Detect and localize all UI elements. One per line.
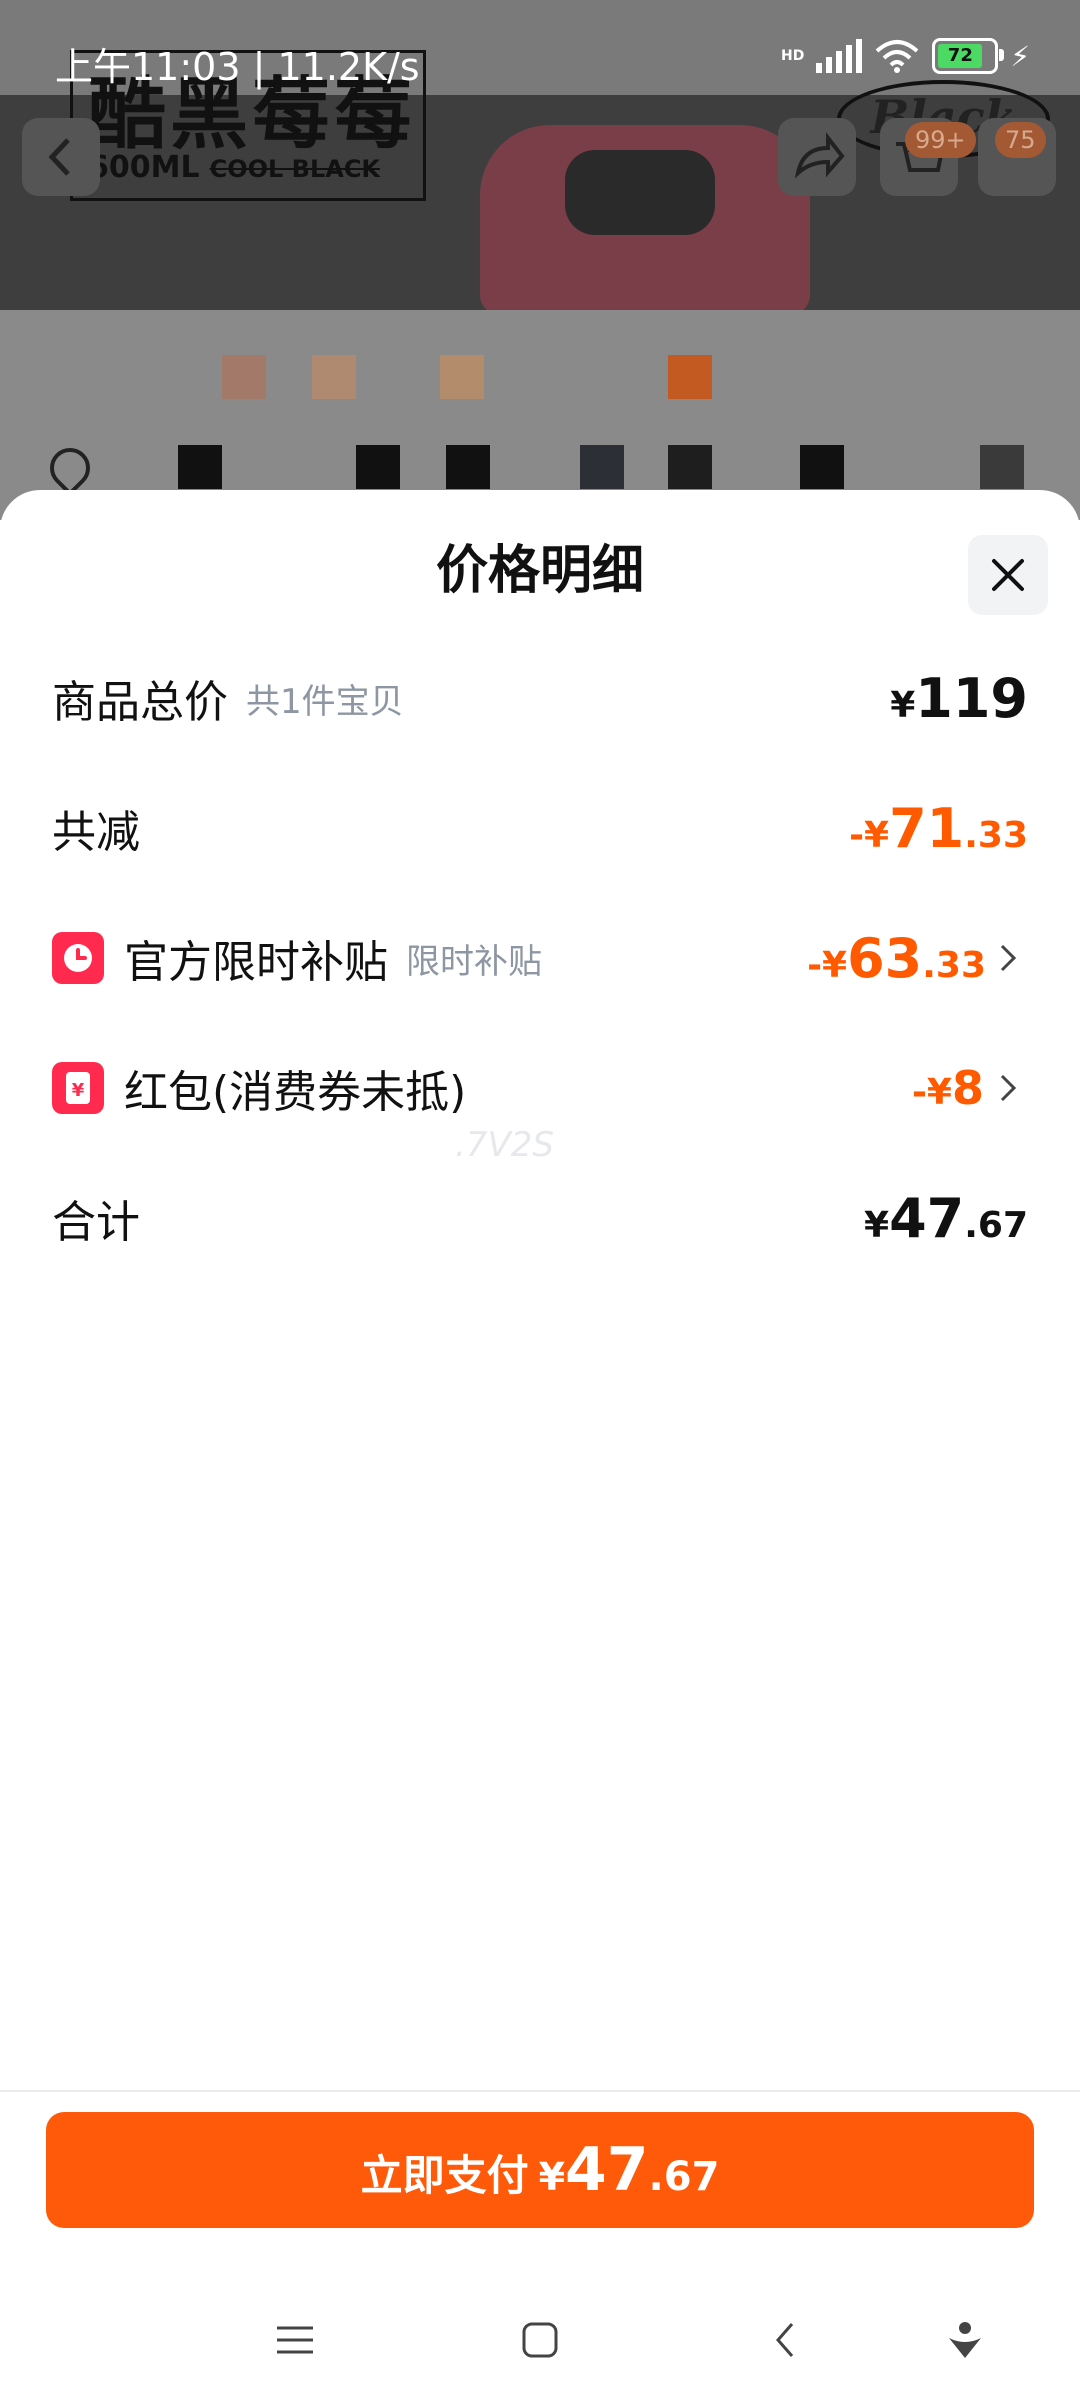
pay-amount-dec: .67 bbox=[648, 2154, 720, 2200]
amount-int: 63 bbox=[847, 926, 923, 990]
home-button[interactable] bbox=[510, 2315, 570, 2365]
row-label: 商品总价 bbox=[52, 677, 228, 728]
brand-subtitle: 600ML COOL BLACK bbox=[88, 150, 380, 185]
pay-currency: ¥ bbox=[538, 2155, 566, 2199]
sku-swatch bbox=[580, 445, 624, 489]
row-goods-total: 商品总价 共1件宝贝 ¥ 119 bbox=[52, 658, 1028, 738]
sku-swatch bbox=[446, 445, 490, 489]
back-button-bg bbox=[22, 118, 100, 196]
signal-icon bbox=[816, 39, 863, 73]
row-value: -¥ 63 .33 bbox=[807, 927, 986, 990]
row-label: 红包(消费券未抵) bbox=[124, 1067, 467, 1118]
row-red-envelope[interactable]: ¥ 红包(消费券未抵) -¥ 8 bbox=[52, 1048, 1028, 1128]
sheet-title: 价格明细 bbox=[435, 541, 644, 601]
assistant-button[interactable] bbox=[935, 2315, 995, 2365]
home-icon bbox=[522, 2322, 558, 2358]
system-nav-bar bbox=[0, 2270, 1080, 2400]
sku-swatch bbox=[222, 355, 266, 399]
wifi-icon bbox=[875, 40, 919, 73]
status-time: 上午11:03 | 11.2K/s bbox=[55, 45, 420, 89]
amount-int: 47 bbox=[889, 1186, 965, 1250]
currency-symbol: -¥ bbox=[849, 814, 890, 856]
amount-dec: .33 bbox=[922, 944, 986, 986]
row-total-discount: 共减 -¥ 71 .33 bbox=[52, 788, 1028, 868]
currency-symbol: -¥ bbox=[911, 1072, 952, 1113]
amount-int: 71 bbox=[889, 796, 965, 860]
close-icon bbox=[992, 559, 1024, 591]
status-icons: HD 72 ⚡ bbox=[781, 38, 1030, 74]
row-hint: 共1件宝贝 bbox=[246, 681, 404, 722]
menu-button[interactable] bbox=[265, 2315, 325, 2365]
row-hint: 限时补贴 bbox=[406, 941, 542, 982]
battery-level: 72 bbox=[938, 44, 983, 68]
bottom-divider bbox=[0, 2090, 1080, 2092]
row-value: ¥ 119 bbox=[890, 667, 1028, 730]
amount-int: 8 bbox=[951, 1061, 984, 1115]
sku-swatch bbox=[440, 355, 484, 399]
status-bar: 上午11:03 | 11.2K/s HD 72 ⚡ bbox=[0, 0, 1080, 95]
chevron-right-icon bbox=[998, 1072, 1028, 1104]
battery-icon: 72 bbox=[932, 38, 1005, 74]
share-icon bbox=[794, 132, 845, 179]
message-badge: 75 bbox=[995, 122, 1046, 158]
clock-icon bbox=[52, 932, 104, 984]
amount-dec: .67 bbox=[964, 1204, 1028, 1246]
sku-swatch bbox=[356, 445, 400, 489]
chevron-right-icon bbox=[998, 942, 1028, 974]
background-sku-area bbox=[0, 310, 1080, 520]
product-lid bbox=[565, 150, 715, 235]
yen-coupon-icon: ¥ bbox=[52, 1062, 104, 1114]
pay-now-button[interactable]: 立即支付 ¥ 47 .67 bbox=[46, 2112, 1034, 2228]
brand-tag: COOL BLACK bbox=[209, 155, 381, 183]
sku-swatch bbox=[178, 445, 222, 489]
network-type: HD bbox=[780, 48, 805, 64]
watermark-text: .7V2S bbox=[455, 1125, 554, 1165]
sku-swatch bbox=[312, 355, 356, 399]
chevron-left-icon bbox=[48, 138, 70, 176]
amount-dec: .33 bbox=[964, 814, 1028, 856]
brand-volume: 600ML bbox=[88, 150, 200, 185]
row-value: -¥ 8 bbox=[912, 1061, 984, 1115]
row-official-subsidy[interactable]: 官方限时补贴 限时补贴 -¥ 63 .33 bbox=[52, 918, 1028, 998]
currency-symbol: -¥ bbox=[807, 944, 848, 986]
currency-symbol: ¥ bbox=[864, 1204, 890, 1246]
share-button-bg bbox=[778, 118, 856, 196]
sku-swatch bbox=[668, 445, 712, 489]
back-button[interactable] bbox=[755, 2315, 815, 2365]
row-label: 合计 bbox=[52, 1197, 140, 1248]
menu-icon bbox=[277, 2326, 313, 2354]
charging-icon: ⚡ bbox=[1010, 39, 1030, 73]
row-value: -¥ 71 .33 bbox=[849, 797, 1028, 860]
row-label: 共减 bbox=[52, 807, 140, 858]
back-icon bbox=[776, 2323, 794, 2357]
row-value: ¥ 47 .67 bbox=[864, 1187, 1028, 1250]
row-grand-total: 合计 ¥ 47 .67 bbox=[52, 1178, 1028, 1258]
sku-swatch bbox=[980, 445, 1024, 489]
pay-amount-int: 47 bbox=[565, 2135, 649, 2205]
assistant-icon bbox=[949, 2322, 981, 2358]
pay-label: 立即支付 bbox=[360, 2151, 529, 2200]
sku-swatch bbox=[668, 355, 712, 399]
close-button[interactable] bbox=[968, 535, 1048, 615]
amount-int: 119 bbox=[915, 666, 1028, 730]
cart-badge: 99+ bbox=[905, 122, 976, 158]
svg-text:¥: ¥ bbox=[72, 1080, 85, 1101]
row-label: 官方限时补贴 bbox=[124, 937, 388, 988]
currency-symbol: ¥ bbox=[890, 684, 916, 726]
sku-swatch bbox=[800, 445, 844, 489]
